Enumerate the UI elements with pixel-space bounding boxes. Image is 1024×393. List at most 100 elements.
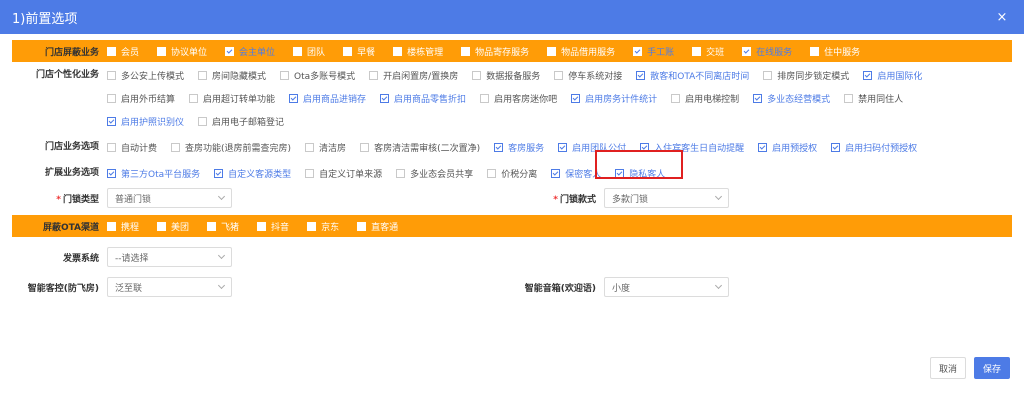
checkbox-item[interactable]: 启用超订转单功能 bbox=[189, 87, 275, 110]
checkbox-item[interactable]: 自定义客源类型 bbox=[214, 162, 291, 185]
checkbox-item[interactable]: 第三方Ota平台服务 bbox=[107, 162, 200, 185]
checkbox-item[interactable]: 开启闲置房/置换房 bbox=[369, 64, 458, 87]
checkbox-item[interactable]: 启用护照识别仪 bbox=[107, 110, 184, 133]
checkbox-icon[interactable] bbox=[307, 221, 317, 231]
checkbox-item[interactable]: 会主单位 bbox=[225, 40, 275, 62]
checkbox-item[interactable]: 直客通 bbox=[357, 215, 398, 237]
checkbox-checked-icon[interactable] bbox=[107, 117, 116, 126]
checkbox-icon[interactable] bbox=[189, 94, 199, 103]
checkbox-icon[interactable] bbox=[257, 221, 267, 231]
checkbox-checked-icon[interactable] bbox=[494, 143, 504, 152]
checkbox-item[interactable]: 排房同步锁定模式 bbox=[763, 64, 849, 87]
checkbox-item[interactable]: 禁用同住人 bbox=[844, 87, 903, 110]
checkbox-checked-icon[interactable] bbox=[863, 71, 873, 80]
checkbox-icon[interactable] bbox=[692, 46, 702, 56]
checkbox-item[interactable]: 启用客房迷你吧 bbox=[480, 87, 557, 110]
checkbox-checked-icon[interactable] bbox=[551, 169, 561, 178]
checkbox-icon[interactable] bbox=[293, 46, 303, 56]
checkbox-icon[interactable] bbox=[107, 143, 116, 152]
checkbox-checked-icon[interactable] bbox=[758, 143, 768, 152]
checkbox-item[interactable]: 房间隐藏模式 bbox=[198, 64, 266, 87]
checkbox-item[interactable]: 抖音 bbox=[257, 215, 289, 237]
checkbox-item[interactable]: 停车系统对接 bbox=[554, 64, 622, 87]
checkbox-icon[interactable] bbox=[198, 71, 208, 80]
checkbox-item[interactable]: Ota多账号模式 bbox=[280, 64, 355, 87]
checkbox-item[interactable]: 在线服务 bbox=[742, 40, 792, 62]
checkbox-checked-icon[interactable] bbox=[225, 46, 235, 56]
checkbox-checked-icon[interactable] bbox=[107, 169, 116, 178]
checkbox-icon[interactable] bbox=[305, 143, 315, 152]
checkbox-item[interactable]: 多公安上传模式 bbox=[107, 64, 184, 87]
checkbox-item[interactable]: 启用商品零售折扣 bbox=[380, 87, 466, 110]
checkbox-item[interactable]: 查房功能(退房前需查完房) bbox=[171, 136, 291, 159]
smart-speaker-select[interactable]: 小度 bbox=[604, 277, 729, 297]
checkbox-checked-icon[interactable] bbox=[753, 94, 763, 103]
checkbox-icon[interactable] bbox=[305, 169, 315, 178]
checkbox-checked-icon[interactable] bbox=[571, 94, 581, 103]
checkbox-item[interactable]: 启用扫码付预授权 bbox=[831, 136, 917, 159]
checkbox-item[interactable]: 京东 bbox=[307, 215, 339, 237]
checkbox-item[interactable]: 早餐 bbox=[343, 40, 375, 62]
checkbox-checked-icon[interactable] bbox=[742, 46, 752, 56]
checkbox-checked-icon[interactable] bbox=[558, 143, 568, 152]
checkbox-item[interactable]: 交班 bbox=[692, 40, 724, 62]
checkbox-checked-icon[interactable] bbox=[633, 46, 643, 56]
checkbox-item[interactable]: 启用电子邮箱登记 bbox=[198, 110, 284, 133]
checkbox-item[interactable]: 启用外币结算 bbox=[107, 87, 175, 110]
checkbox-item[interactable]: 价税分离 bbox=[487, 162, 537, 185]
checkbox-icon[interactable] bbox=[207, 221, 217, 231]
checkbox-item[interactable]: 启用预授权 bbox=[758, 136, 817, 159]
close-icon[interactable]: × bbox=[994, 10, 1010, 25]
checkbox-item[interactable]: 客房清洁需审核(二次置净) bbox=[360, 136, 480, 159]
checkbox-icon[interactable] bbox=[107, 94, 116, 103]
checkbox-item[interactable]: 保密客人 bbox=[551, 162, 601, 185]
checkbox-checked-icon[interactable] bbox=[214, 169, 224, 178]
checkbox-item[interactable]: 飞猪 bbox=[207, 215, 239, 237]
checkbox-item[interactable]: 协议单位 bbox=[157, 40, 207, 62]
checkbox-icon[interactable] bbox=[396, 169, 406, 178]
checkbox-checked-icon[interactable] bbox=[380, 94, 390, 103]
checkbox-icon[interactable] bbox=[360, 143, 370, 152]
checkbox-icon[interactable] bbox=[844, 94, 854, 103]
lock-style-select[interactable]: 多款门锁 bbox=[604, 188, 729, 208]
checkbox-item[interactable]: 手工账 bbox=[633, 40, 674, 62]
checkbox-icon[interactable] bbox=[487, 169, 497, 178]
checkbox-item[interactable]: 物品寄存服务 bbox=[461, 40, 529, 62]
checkbox-item[interactable]: 启用商品进销存 bbox=[289, 87, 366, 110]
checkbox-item[interactable]: 散客和OTA不同离店时间 bbox=[636, 64, 749, 87]
checkbox-item[interactable]: 自动计费 bbox=[107, 136, 157, 159]
checkbox-item[interactable]: 数据报备服务 bbox=[472, 64, 540, 87]
checkbox-icon[interactable] bbox=[369, 71, 379, 80]
lock-type-select[interactable]: 普通门锁 bbox=[107, 188, 232, 208]
checkbox-icon[interactable] bbox=[472, 71, 482, 80]
checkbox-item[interactable]: 自定义订单来源 bbox=[305, 162, 382, 185]
checkbox-icon[interactable] bbox=[554, 71, 564, 80]
checkbox-icon[interactable] bbox=[671, 94, 681, 103]
smart-control-select[interactable]: 泛至联 bbox=[107, 277, 232, 297]
checkbox-item[interactable]: 客房服务 bbox=[494, 136, 544, 159]
checkbox-item[interactable]: 携程 bbox=[107, 215, 139, 237]
checkbox-icon[interactable] bbox=[357, 221, 367, 231]
checkbox-item[interactable]: 楼栋管理 bbox=[393, 40, 443, 62]
checkbox-icon[interactable] bbox=[343, 46, 353, 56]
checkbox-icon[interactable] bbox=[107, 71, 116, 80]
checkbox-icon[interactable] bbox=[393, 46, 403, 56]
checkbox-item[interactable]: 美团 bbox=[157, 215, 189, 237]
checkbox-item[interactable]: 多业态会员共享 bbox=[396, 162, 473, 185]
checkbox-item[interactable]: 启用房务计件统计 bbox=[571, 87, 657, 110]
checkbox-icon[interactable] bbox=[810, 46, 820, 56]
checkbox-icon[interactable] bbox=[480, 94, 490, 103]
checkbox-item[interactable]: 多业态经营模式 bbox=[753, 87, 830, 110]
checkbox-item[interactable]: 物品借用服务 bbox=[547, 40, 615, 62]
checkbox-item[interactable]: 住中服务 bbox=[810, 40, 860, 62]
checkbox-icon[interactable] bbox=[547, 46, 557, 56]
save-button[interactable]: 保存 bbox=[974, 357, 1010, 379]
checkbox-icon[interactable] bbox=[763, 71, 773, 80]
checkbox-checked-icon[interactable] bbox=[289, 94, 299, 103]
checkbox-item[interactable]: 会员 bbox=[107, 40, 139, 62]
checkbox-icon[interactable] bbox=[171, 143, 181, 152]
checkbox-icon[interactable] bbox=[157, 46, 167, 56]
checkbox-checked-icon[interactable] bbox=[831, 143, 841, 152]
checkbox-item[interactable]: 启用国际化 bbox=[863, 64, 922, 87]
checkbox-icon[interactable] bbox=[280, 71, 290, 80]
